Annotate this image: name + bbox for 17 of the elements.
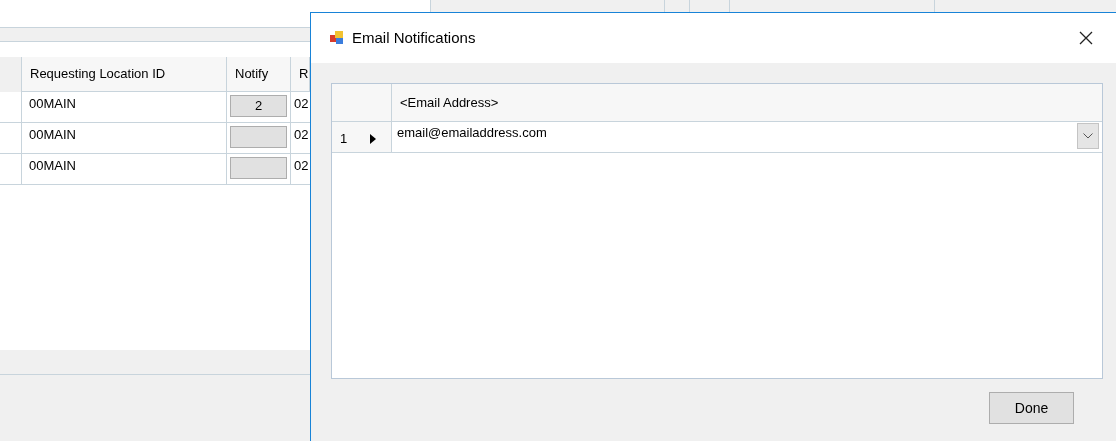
column-header[interactable]: <Email Address> (392, 84, 1102, 122)
done-button[interactable]: Done (989, 392, 1074, 424)
table-cell: 00MAIN (22, 123, 227, 154)
table-cell: 00MAIN (22, 154, 227, 185)
column-header[interactable]: Notify (227, 57, 291, 92)
close-icon[interactable] (1079, 31, 1093, 45)
notify-button[interactable] (230, 157, 287, 179)
app-icon (329, 30, 345, 46)
dialog-title: Email Notifications (352, 27, 476, 48)
column-header[interactable]: R (291, 57, 310, 92)
notify-button[interactable] (230, 126, 287, 148)
table-cell: 00MAIN (22, 92, 227, 123)
row-number: 1 (340, 130, 349, 149)
column-header[interactable]: Requesting Location ID (22, 57, 227, 92)
email-dropdown[interactable]: email@emailaddress.com (392, 122, 1102, 153)
notify-button[interactable]: 2 (230, 95, 287, 117)
chevron-down-icon (1083, 133, 1093, 139)
